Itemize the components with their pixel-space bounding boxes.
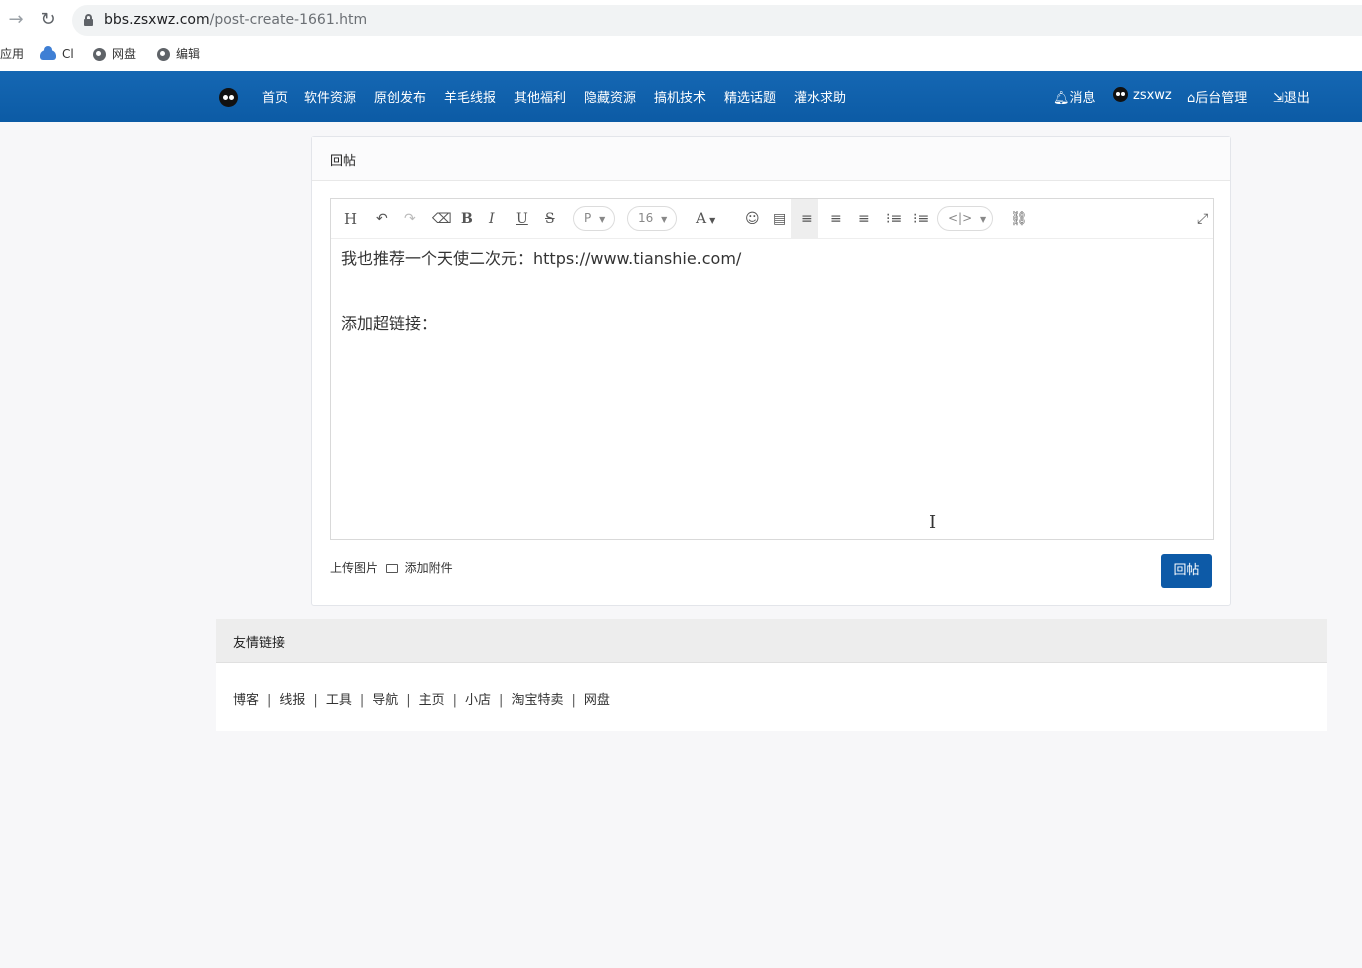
nav-admin[interactable]: ⌂后台管理 xyxy=(1187,87,1247,106)
align-left-icon[interactable]: ≡ xyxy=(801,211,813,227)
align-center-icon[interactable]: ≡ xyxy=(830,211,842,227)
site-logo[interactable] xyxy=(219,88,238,107)
attachment-actions: 上传图片 添加附件 xyxy=(330,559,453,576)
nav-logout[interactable]: ⇲退出 xyxy=(1273,87,1310,106)
link-icon[interactable]: ⛓ xyxy=(1010,211,1028,227)
nav-item-home[interactable]: 首页 xyxy=(262,87,288,106)
link-blog[interactable]: 博客 xyxy=(233,693,259,708)
rich-text-editor[interactable]: H ↶ ↷ ⌫ B I U S P ▼ 16 ▼ A ▼ ☺ ▤ ≡ ≡ ≡ ⁝≡… xyxy=(330,198,1214,540)
underline-button[interactable]: U xyxy=(516,211,528,227)
nav-messages[interactable]: 🔔︎消息 xyxy=(1053,87,1096,106)
editor-content[interactable]: 我也推荐一个天使二次元：https://www.tianshie.com/ 添加… xyxy=(341,249,741,379)
site-navbar: 首页 软件资源 原创发布 羊毛线报 其他福利 隐藏资源 搞机技术 精选话题 灌水… xyxy=(0,71,1362,122)
nav-item-help[interactable]: 灌水求助 xyxy=(794,87,846,106)
caret-down-icon: ▼ xyxy=(661,215,668,224)
globe-icon xyxy=(157,48,170,61)
redo-icon[interactable]: ↷ xyxy=(404,211,416,227)
nav-item-original[interactable]: 原创发布 xyxy=(374,87,426,106)
fullscreen-icon[interactable]: ⤢ xyxy=(1197,211,1208,227)
link-deals[interactable]: 线报 xyxy=(279,693,305,708)
italic-button[interactable]: I xyxy=(489,211,495,227)
submit-reply-button[interactable]: 回帖 xyxy=(1161,554,1212,588)
bookmark-netdisk[interactable]: 网盘 xyxy=(93,46,136,62)
link-taobao[interactable]: 淘宝特卖 xyxy=(511,693,563,708)
link-tools[interactable]: 工具 xyxy=(326,693,352,708)
nav-item-welfare[interactable]: 其他福利 xyxy=(514,87,566,106)
font-color-button[interactable]: A ▼ xyxy=(696,211,715,229)
logout-icon: ⇲ xyxy=(1273,91,1284,106)
friend-links-title: 友情链接 xyxy=(216,619,1327,663)
forward-arrow-icon[interactable]: → xyxy=(6,10,26,30)
text-cursor-icon: I xyxy=(929,512,937,533)
nav-item-deals[interactable]: 羊毛线报 xyxy=(444,87,496,106)
friend-links-list: 博客 | 线报 | 工具 | 导航 | 主页 | 小店 | 淘宝特卖 | 网盘 xyxy=(233,693,610,708)
nav-item-tech[interactable]: 搞机技术 xyxy=(654,87,706,106)
avatar xyxy=(1113,87,1128,102)
upload-image-link[interactable]: 上传图片 xyxy=(330,561,378,575)
nav-item-hidden[interactable]: 隐藏资源 xyxy=(584,87,636,106)
add-attachment-link[interactable]: 添加附件 xyxy=(405,561,453,575)
table-icon[interactable]: ▤ xyxy=(773,211,786,227)
nav-item-topics[interactable]: 精选话题 xyxy=(724,87,776,106)
editor-paragraph: 添加超链接： xyxy=(341,314,438,333)
reload-icon[interactable]: ↻ xyxy=(38,10,58,30)
bell-icon: 🔔︎ xyxy=(1053,91,1070,106)
caret-down-icon: ▼ xyxy=(709,216,716,225)
bookmark-cl[interactable]: Cl xyxy=(40,45,74,62)
cloud-icon xyxy=(40,45,56,60)
bookmark-apps[interactable]: 应用 xyxy=(0,46,24,62)
url-text: bbs.zsxwz.com/post-create-1661.htm xyxy=(104,12,368,28)
bold-button[interactable]: B xyxy=(461,211,473,227)
folder-icon xyxy=(385,564,398,573)
reply-card-title: 回帖 xyxy=(312,137,1230,181)
reply-card: 回帖 H ↶ ↷ ⌫ B I U S P ▼ 16 ▼ A ▼ ☺ ▤ ≡ ≡ ≡… xyxy=(311,136,1231,606)
emoji-icon[interactable]: ☺ xyxy=(745,211,760,227)
link-homepage[interactable]: 主页 xyxy=(419,693,445,708)
caret-down-icon: ▼ xyxy=(979,215,987,224)
unordered-list-icon[interactable]: ⁝≡ xyxy=(913,211,929,227)
bookmark-edit[interactable]: 编辑 xyxy=(157,46,200,62)
bookmarks-bar: 应用 Cl 网盘 编辑 xyxy=(0,41,1362,71)
address-bar[interactable]: bbs.zsxwz.com/post-create-1661.htm xyxy=(72,5,1362,36)
eraser-icon[interactable]: ⌫ xyxy=(432,211,452,227)
editor-paragraph: 我也推荐一个天使二次元：https://www.tianshie.com/ xyxy=(341,249,742,268)
link-netdisk[interactable]: 网盘 xyxy=(584,693,610,708)
heading-button[interactable]: H xyxy=(344,211,357,227)
ordered-list-icon[interactable]: ⁝≡ xyxy=(886,211,902,227)
browser-toolbar: → ↻ bbs.zsxwz.com/post-create-1661.htm xyxy=(0,0,1362,41)
nav-item-software[interactable]: 软件资源 xyxy=(304,87,356,106)
align-right-icon[interactable]: ≡ xyxy=(858,211,870,227)
nav-user[interactable]: zsxwz xyxy=(1113,87,1172,103)
lock-icon xyxy=(84,14,93,26)
caret-down-icon: ▼ xyxy=(599,215,606,224)
globe-icon xyxy=(93,48,106,61)
paragraph-select[interactable]: P ▼ xyxy=(573,206,615,231)
editor-toolbar: H ↶ ↷ ⌫ B I U S P ▼ 16 ▼ A ▼ ☺ ▤ ≡ ≡ ≡ ⁝≡… xyxy=(331,199,1213,239)
strikethrough-button[interactable]: S xyxy=(545,211,555,227)
link-shop[interactable]: 小店 xyxy=(465,693,491,708)
link-navigation[interactable]: 导航 xyxy=(372,693,398,708)
code-select[interactable]: <|> ▼ xyxy=(937,206,993,231)
friend-links-panel: 友情链接 博客 | 线报 | 工具 | 导航 | 主页 | 小店 | 淘宝特卖 | 网盘 xyxy=(216,619,1327,731)
font-size-select[interactable]: 16 ▼ xyxy=(627,206,677,231)
undo-icon[interactable]: ↶ xyxy=(376,211,388,227)
